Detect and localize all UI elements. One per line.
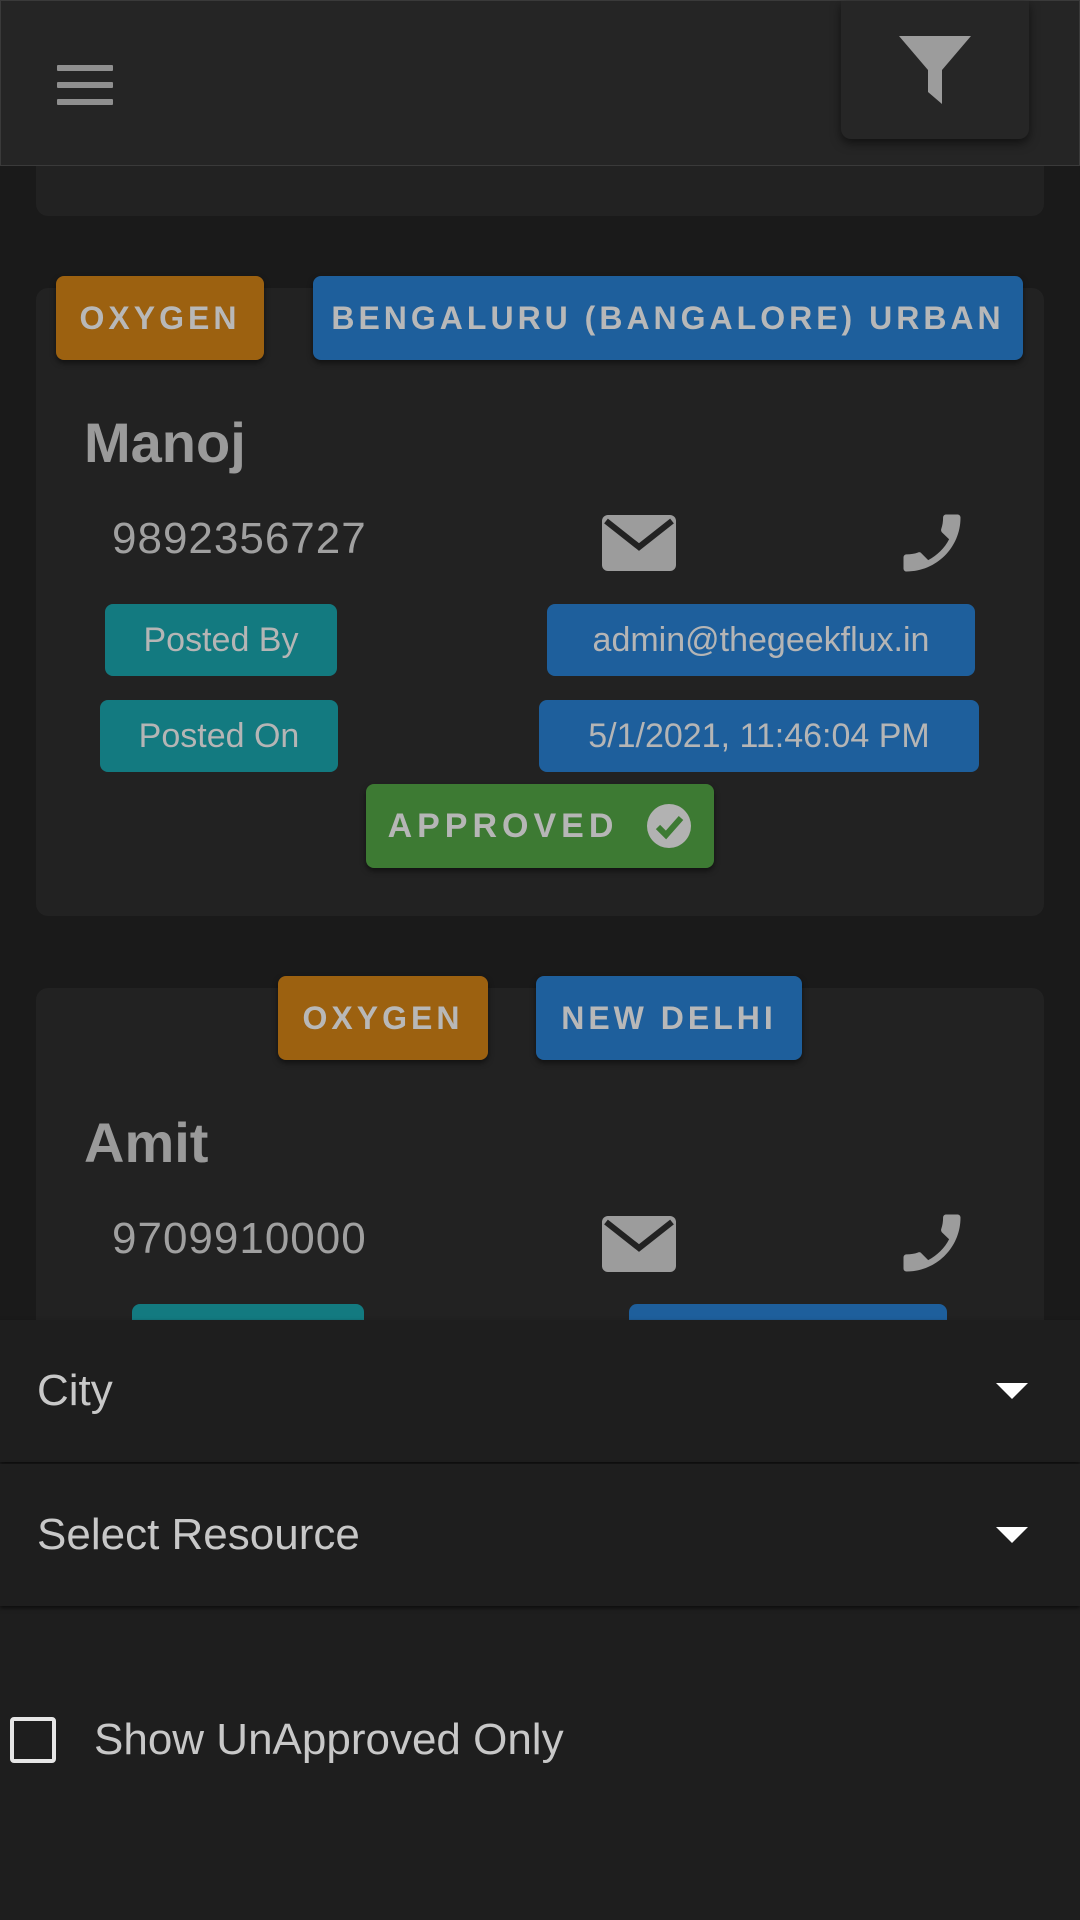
resource-chip[interactable]: OXYGEN: [56, 276, 264, 360]
mail-icon[interactable]: [602, 515, 676, 571]
phone-icon[interactable]: [894, 505, 970, 581]
city-select-label: City: [37, 1366, 113, 1415]
resource-chip[interactable]: OXYGEN: [278, 976, 488, 1060]
filter-sheet: City Select Resource: [0, 1320, 1080, 1920]
contact-name: Manoj: [84, 411, 246, 474]
posted-by-value: admin@thegeekflux.in: [547, 604, 975, 676]
resource-select-label: Select Resource: [37, 1510, 360, 1559]
phone-number: 9892356727: [112, 514, 367, 563]
approved-status-button[interactable]: APPROVED: [366, 784, 714, 868]
posted-by-label: Posted By: [105, 604, 337, 676]
posted-on-label: Posted On: [100, 700, 338, 772]
app-bar: [0, 0, 1080, 166]
unapproved-only-toggle[interactable]: Show UnApproved Only: [10, 1712, 564, 1768]
phone-number: 9709910000: [112, 1214, 367, 1263]
mail-icon[interactable]: [602, 1216, 676, 1272]
city-chip[interactable]: NEW DELHI: [536, 976, 802, 1060]
check-circle-icon: [647, 804, 692, 848]
funnel-filter-icon: [899, 36, 971, 104]
chevron-down-icon: [996, 1527, 1028, 1543]
unapproved-checkbox-label: Show UnApproved Only: [94, 1715, 564, 1764]
chevron-down-icon: [996, 1383, 1028, 1399]
filter-button[interactable]: [841, 1, 1029, 139]
approved-label: APPROVED: [387, 806, 619, 845]
posted-on-value: 5/1/2021, 11:46:04 PM: [539, 700, 979, 772]
hamburger-menu-icon[interactable]: [57, 65, 113, 105]
city-chip[interactable]: BENGALURU (BANGALORE) URBAN: [313, 276, 1023, 360]
city-select[interactable]: City: [0, 1320, 1080, 1462]
resource-select[interactable]: Select Resource: [0, 1464, 1080, 1606]
unapproved-checkbox[interactable]: [10, 1717, 56, 1763]
phone-icon[interactable]: [894, 1205, 970, 1281]
contact-name: Amit: [84, 1111, 209, 1174]
